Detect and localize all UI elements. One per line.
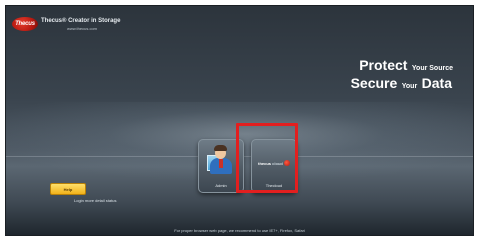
slogan-protect: Protect [359, 57, 408, 73]
slogan-line-1: Protect Your Source [351, 58, 453, 74]
slogan-your-source: Your Source [411, 65, 453, 72]
logo-text: Thecus [15, 21, 35, 27]
login-screen: Thecus Thecus® Creator in Storage www.th… [5, 5, 474, 236]
thecus-logo-icon: Thecus [12, 17, 38, 31]
help-button-label: Help [63, 186, 73, 192]
slogan-secure: Secure [350, 75, 398, 91]
slogan-your: Your [401, 83, 418, 90]
selection-highlight [236, 123, 298, 193]
help-button[interactable]: Help [50, 183, 86, 195]
admin-person-icon [207, 145, 234, 175]
brand-header: Thecus Thecus® Creator in Storage www.th… [12, 17, 120, 31]
browser-recommendation: For proper browser web page, we recommen… [174, 228, 305, 233]
help-note: Login more detail status [74, 198, 117, 203]
slogan-line-2: Secure Your Data [351, 76, 452, 92]
brand-url: www.thecus.com [67, 26, 98, 31]
slogan-data: Data [421, 75, 452, 91]
slogan: Protect Your Source Secure Your Data [351, 58, 453, 92]
brand-tagline: Thecus® Creator in Storage [41, 18, 121, 24]
